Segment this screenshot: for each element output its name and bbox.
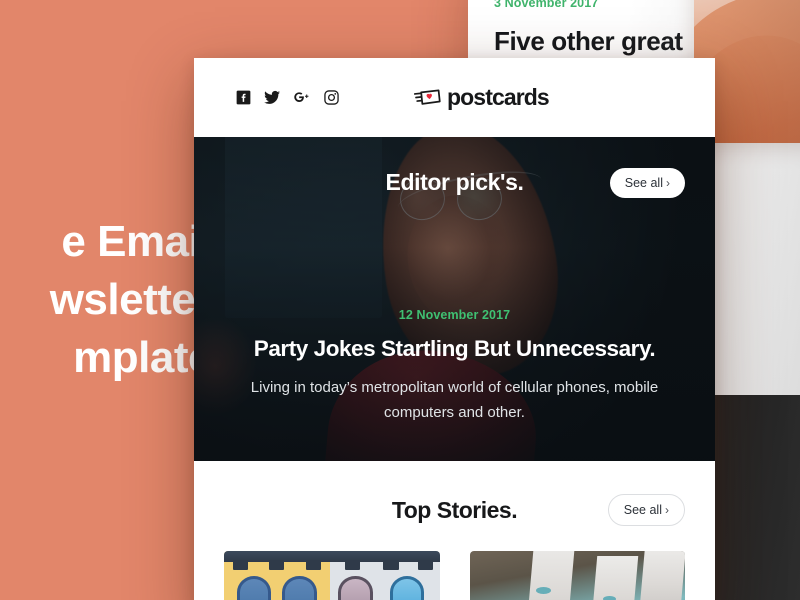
facebook-icon[interactable] — [236, 90, 251, 105]
hero-eyebrow-title: Editor pick's. — [385, 169, 524, 195]
top-stories-see-all-label: See all — [623, 503, 662, 517]
facade-corbel — [383, 559, 399, 570]
facade-corbel — [344, 559, 360, 570]
paint-photo-leg — [591, 555, 639, 600]
promo-line-1: e Email — [61, 216, 212, 266]
chevron-right-icon: › — [666, 175, 670, 190]
facade-window — [282, 575, 317, 600]
paint-photo-leg — [638, 551, 685, 600]
paint-photo-leg — [525, 551, 575, 600]
instagram-icon[interactable] — [324, 90, 339, 105]
brand-name: postcards — [447, 84, 550, 110]
hero-article-body: Living in today’s metropolitan world of … — [250, 379, 659, 421]
promo-line-3: mplate — [73, 333, 212, 383]
facade-window — [338, 575, 373, 600]
hero-see-all-button[interactable]: See all › — [609, 167, 685, 198]
top-stories-title: Top Stories. — [391, 496, 518, 523]
facade-corbel — [417, 559, 434, 570]
paint-splatter — [603, 596, 617, 600]
top-stories-thumbnails — [224, 551, 685, 600]
promo-line-2: wsletter — [49, 274, 213, 324]
hero-article-date: 12 November 2017 — [398, 308, 511, 323]
top-stories-see-all-button[interactable]: See all › — [607, 494, 685, 526]
hero-article-title: Party Jokes Startling But Unnecessary. — [253, 336, 656, 362]
facade-corbel — [305, 559, 321, 570]
facade-corbel — [269, 559, 285, 570]
facade-corbel — [232, 559, 248, 570]
chevron-right-icon: › — [665, 503, 669, 517]
google-plus-icon[interactable] — [293, 90, 311, 105]
twitter-icon[interactable] — [264, 90, 280, 105]
hero-article: 12 November 2017 Party Jokes Startling B… — [224, 308, 685, 461]
hero-section: Editor pick's. See all › 12 November 201… — [194, 137, 715, 461]
facade-window — [389, 575, 425, 600]
top-stories-section: Top Stories. See all › — [194, 461, 715, 600]
story-thumb-paint-splatter[interactable] — [469, 551, 685, 600]
social-links — [236, 90, 339, 105]
promo-headline: e Email wsletter mplate — [0, 0, 220, 600]
email-newsletter-card: postcards Editor pick's. See all › 12 No… — [194, 58, 715, 600]
hero-see-all-label: See all — [624, 175, 663, 190]
facade-window — [236, 575, 272, 600]
email-header: postcards — [194, 58, 715, 137]
postcard-heart-icon — [414, 89, 441, 105]
story-thumb-building-facade[interactable] — [224, 551, 440, 600]
brand-logo[interactable]: postcards — [414, 84, 550, 111]
facade-cornice — [224, 551, 440, 562]
